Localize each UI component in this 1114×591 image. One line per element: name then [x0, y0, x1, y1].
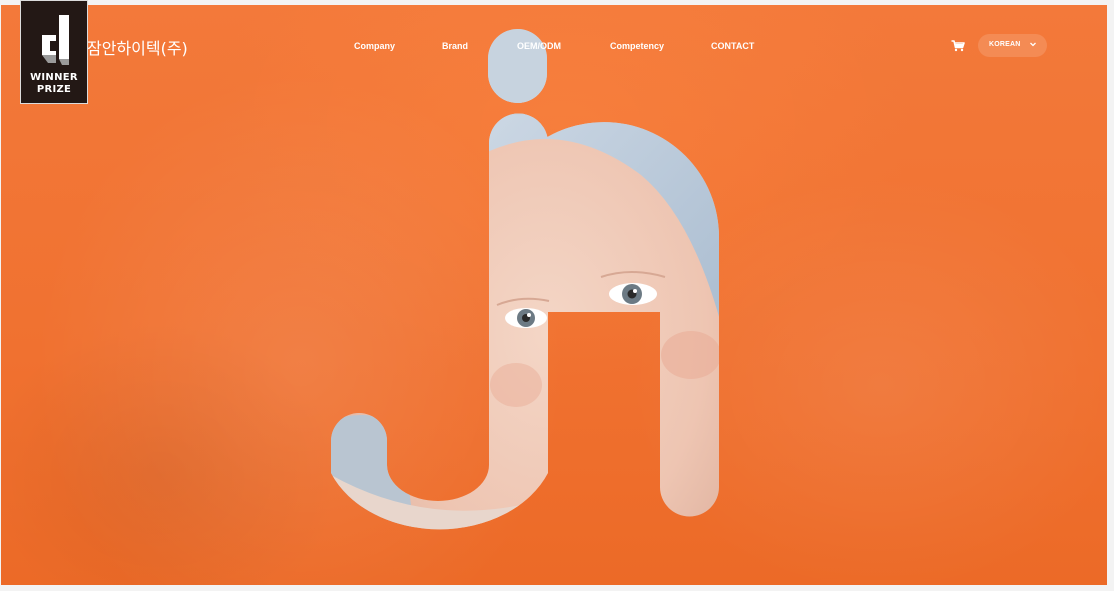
nav-item-oem-odm[interactable]: OEM/ODM: [517, 41, 561, 51]
ja-logo-letters-icon: [331, 29, 719, 530]
badge-line-2: PRIZE: [36, 84, 72, 95]
winner-prize-logo-icon: [38, 13, 72, 72]
winner-prize-badge: WINNER PRIZE: [20, 0, 88, 104]
site-header: 잠안하이텍(주) Company Brand OEM/ODM Competenc…: [1, 5, 1107, 85]
badge-line-1: WINNER: [30, 72, 78, 83]
cart-icon[interactable]: [951, 39, 965, 52]
language-selector[interactable]: KOREAN: [978, 34, 1047, 57]
nav-item-company[interactable]: Company: [354, 41, 395, 51]
nav-item-brand[interactable]: Brand: [442, 41, 468, 51]
chevron-down-icon: [1029, 40, 1037, 50]
hero-frame: 잠안하이텍(주) Company Brand OEM/ODM Competenc…: [1, 5, 1107, 585]
company-name-logo[interactable]: 잠안하이텍(주): [87, 35, 188, 59]
nav-item-competency[interactable]: Competency: [610, 41, 664, 51]
nav-item-contact[interactable]: CONTACT: [711, 41, 754, 51]
language-label: KOREAN: [989, 41, 1021, 48]
baby-photo: [331, 29, 719, 530]
